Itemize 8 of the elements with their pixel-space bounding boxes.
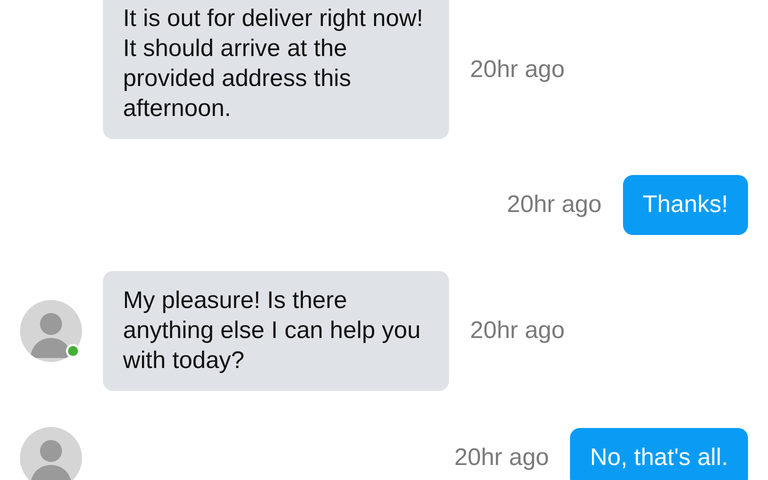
message-time: 20hr ago (470, 54, 565, 84)
message-bubble: Thanks! (622, 175, 748, 235)
message-bubble: It is out for deliver right now! It should arrive at the provided address this afternoon. (103, 0, 449, 139)
message-bubble: My pleasure! Is there anything else I can help you with today? (103, 271, 449, 391)
message-time: 20hr ago (470, 316, 565, 346)
message-time: 20hr ago (506, 190, 602, 220)
message-bubble: No, that's all. (570, 428, 748, 480)
message-time: 20hr ago (454, 443, 550, 473)
